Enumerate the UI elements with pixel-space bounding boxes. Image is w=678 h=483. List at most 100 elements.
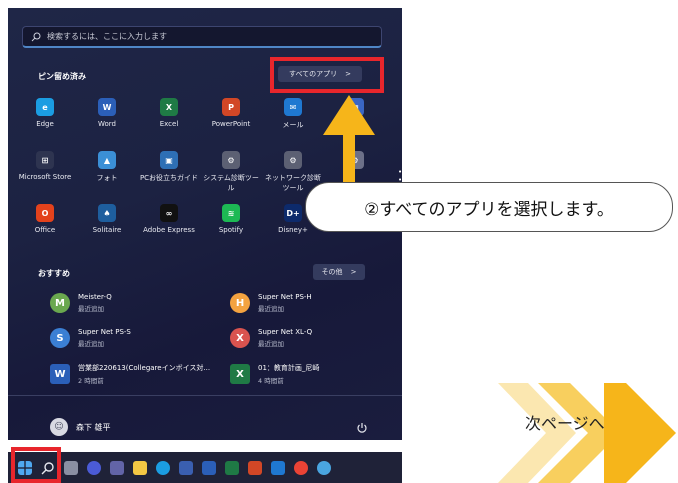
guide-icon: ▣ [160,151,178,169]
more-label: その他 [321,268,343,276]
file-explorer-icon[interactable] [133,460,147,475]
pointer-arrow-head [323,95,375,135]
instruction-text: ②すべてのアプリを選択します。 [364,199,614,220]
teams-icon[interactable] [110,460,124,475]
pinned-app-label: PCお役立ちガイド [139,174,199,182]
taskbar-excel-icon[interactable] [225,460,239,475]
pinned-app[interactable]: O Office [14,204,76,234]
pinned-app-label: Adobe Express [143,226,195,234]
recommended-item[interactable]: M Meister-Q 最近追加 [50,293,112,313]
edge-icon: e [36,98,54,116]
pinned-app-label: Spotify [218,226,244,234]
recommended-item[interactable]: X Super Net XL-Q 最近追加 [230,328,312,348]
pinned-app[interactable]: X Excel [138,98,200,128]
recommended-item[interactable]: S Super Net PS-S 最近追加 [50,328,131,348]
recommended-text: Super Net XL-Q 最近追加 [258,328,312,348]
mail-icon: ✉ [284,98,302,116]
pinned-app[interactable]: ⊞ Microsoft Store [14,151,76,181]
taskbar-word-icon[interactable] [202,460,216,475]
pinned-app[interactable]: e Edge [14,98,76,128]
recommended-time: 最近追加 [258,340,284,348]
next-page-label[interactable]: 次ページへ [525,410,605,434]
recommended-text: Super Net PS-H 最近追加 [258,293,312,313]
photos-icon: ▲ [98,151,116,169]
disney-icon: D+ [284,204,302,222]
adobe-express-icon: ∞ [160,204,178,222]
recommended-file-icon: X [230,328,250,348]
next-chevron-3 [604,383,676,483]
store-icon: ⊞ [36,151,54,169]
pinned-app[interactable]: ▣ PCお役立ちガイド [138,151,200,183]
pinned-app-label: システム診断ツール [203,174,259,192]
user-avatar-icon: ☺ [50,418,68,436]
power-icon[interactable] [356,422,368,434]
instruction-callout: ②すべてのアプリを選択します。 [305,182,673,232]
recommended-file-icon: H [230,293,250,313]
recommended-item[interactable]: H Super Net PS-H 最近追加 [230,293,312,313]
spotify-icon: ≋ [222,204,240,222]
pinned-app[interactable]: ∞ Adobe Express [138,204,200,234]
pinned-app[interactable]: P PowerPoint [200,98,262,128]
recommended-item[interactable]: X 01：教育計画_尼崎 4 時間前 [230,363,319,385]
excel-icon: X [160,98,178,116]
solitaire-icon: ♠ [98,204,116,222]
recommended-text: Super Net PS-S 最近追加 [78,328,131,348]
taskbar-store-icon[interactable] [179,460,193,475]
chevron-right-icon: > [350,268,357,276]
powerpoint-icon: P [222,98,240,116]
pointer-arrow-shaft [343,130,355,186]
search-box[interactable]: 検索するには、ここに入力します [22,26,382,48]
recommended-text: Meister-Q 最近追加 [78,293,112,313]
pinned-app[interactable]: ▲ フォト [76,151,138,183]
start-button-highlight [11,447,61,483]
pinned-app-label: Word [98,120,116,128]
recommended-name: 営業部220613(Collegareインボイス対... [78,364,211,372]
pinned-app[interactable]: ♠ Solitaire [76,204,138,234]
pinned-app[interactable]: W Word [76,98,138,128]
recommended-time: 4 時間前 [258,377,284,385]
taskbar-powerpoint-icon[interactable] [248,460,262,475]
taskbar-network-icon[interactable] [317,460,331,475]
recommended-time: 2 時間前 [78,377,104,385]
recommended-name: 01：教育計画_尼崎 [258,364,320,372]
office-icon: O [36,204,54,222]
user-account[interactable]: ☺ 森下 雄平 [50,418,111,436]
recommended-time: 最近追加 [258,305,284,313]
pinned-app-label: Edge [36,120,54,128]
recommended-item[interactable]: W 営業部220613(Collegareインボイス対... 2 時間前 [50,363,210,385]
menu-divider [8,395,402,396]
pinned-app-label: Solitaire [92,226,122,234]
pinned-app[interactable]: ✉ メール [262,98,324,130]
recommended-name: Super Net PS-H [258,293,312,301]
recommended-name: Meister-Q [78,293,112,301]
pinned-title: ピン留め済み [38,72,86,81]
more-button[interactable]: その他 > [313,264,365,280]
recommended-text: 営業部220613(Collegareインボイス対... 2 時間前 [78,363,210,385]
recommended-file-icon: W [50,364,70,384]
user-name: 森下 雄平 [76,422,111,432]
taskbar-edge-icon[interactable] [156,460,170,475]
all-apps-highlight [270,57,384,93]
pinned-app[interactable]: ≋ Spotify [200,204,262,234]
recommended-file-icon: S [50,328,70,348]
pinned-app[interactable]: ⚙ システム診断ツール [200,151,262,193]
pinned-app-label: PowerPoint [211,120,251,128]
network-tool-icon: ⚙ [284,151,302,169]
recommended-file-icon: X [230,364,250,384]
pinned-app-label: フォト [96,174,118,182]
recommended-file-icon: M [50,293,70,313]
pinned-app-label: Excel [159,120,179,128]
taskbar-mail-icon[interactable] [271,460,285,475]
pinned-app[interactable]: ⚙ [324,151,386,173]
task-view-icon[interactable] [64,460,78,475]
pinned-app-label: Microsoft Store [18,173,72,181]
pinned-app-label: Office [34,226,56,234]
taskbar-chrome-icon[interactable] [294,460,308,475]
recommended-title: おすすめ [38,269,70,278]
recommended-name: Super Net PS-S [78,328,131,336]
recommended-name: Super Net XL-Q [258,328,313,336]
recommended-time: 最近追加 [78,305,104,313]
pinned-app-label: メール [282,121,304,129]
recommended-text: 01：教育計画_尼崎 4 時間前 [258,363,319,385]
widgets-icon[interactable] [87,460,101,475]
